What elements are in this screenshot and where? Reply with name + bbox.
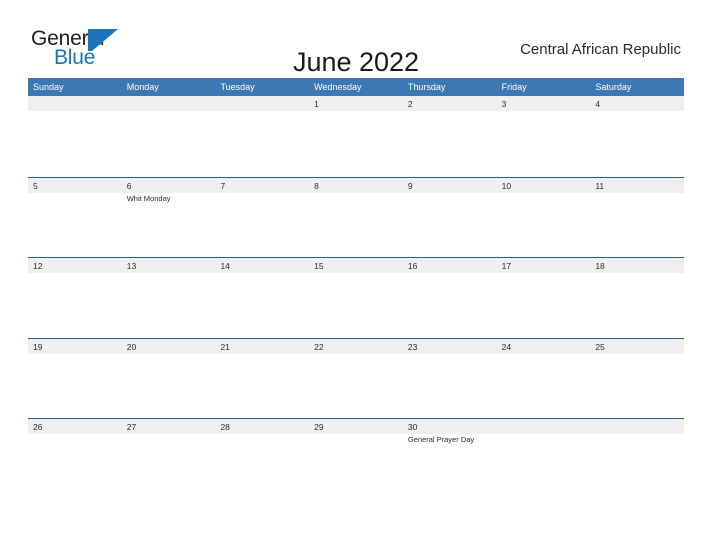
day-cell[interactable]: 27	[122, 419, 216, 499]
day-cell[interactable]: 30 General Prayer Day	[403, 419, 497, 499]
day-number: 20	[126, 341, 137, 352]
day-number: 9	[407, 180, 413, 191]
day-cell[interactable]: 17	[497, 258, 591, 338]
week-row: 1 2 3 4	[28, 96, 684, 177]
day-cell[interactable]: 21	[215, 339, 309, 419]
weekday-header-row: Sunday Monday Tuesday Wednesday Thursday…	[28, 78, 684, 96]
weekday-header-wednesday: Wednesday	[314, 82, 362, 92]
day-cell[interactable]: 28	[215, 419, 309, 499]
week-row: 19 20 21 22 23 24 25	[28, 337, 684, 419]
day-cell[interactable]: 3	[497, 96, 591, 177]
day-cell[interactable]: 2	[403, 96, 497, 177]
day-number: 16	[407, 261, 418, 271]
day-number: 19	[33, 341, 43, 352]
day-cell[interactable]: 11	[590, 178, 684, 258]
day-number: 14	[220, 261, 230, 271]
day-number: 2	[407, 99, 413, 109]
day-number: 23	[407, 341, 418, 352]
day-number: 15	[314, 261, 324, 271]
day-number	[595, 420, 684, 434]
day-number: 12	[33, 261, 43, 271]
day-number: 5	[33, 180, 38, 191]
day-number: 4	[595, 99, 601, 109]
day-cell[interactable]	[122, 96, 216, 177]
weekday-header-thursday: Thursday	[407, 82, 446, 92]
page-header: General Blue June 2022 Central African R…	[0, 0, 712, 78]
day-number: 27	[126, 422, 137, 432]
day-cell[interactable]: 13	[122, 258, 216, 338]
day-cell[interactable]: 15	[309, 258, 403, 338]
week-row: 5 6 Whit Monday 7 8 9 10 11	[28, 176, 684, 258]
day-number: 7	[220, 180, 226, 191]
day-number: 22	[314, 341, 324, 352]
day-cell[interactable]	[28, 96, 122, 177]
day-cell[interactable]: 8	[309, 178, 403, 258]
calendar-page: General Blue June 2022 Central African R…	[0, 0, 712, 550]
day-cell[interactable]: 7	[215, 178, 309, 258]
day-number: 17	[501, 261, 512, 271]
day-event: General Prayer Day	[407, 435, 475, 444]
day-event: Whit Monday	[126, 193, 171, 203]
day-number	[33, 97, 122, 111]
day-number: 28	[220, 422, 230, 432]
day-number: 10	[501, 180, 512, 191]
day-number: 13	[126, 261, 137, 271]
day-number: 8	[314, 180, 319, 191]
day-cell[interactable]: 14	[215, 258, 309, 338]
day-cell[interactable]: 16	[403, 258, 497, 338]
day-cell[interactable]: 12	[28, 258, 122, 338]
day-cell[interactable]: 6 Whit Monday	[122, 178, 216, 258]
day-cell[interactable]: 20	[122, 339, 216, 419]
day-number	[220, 97, 309, 111]
day-cell[interactable]: 22	[309, 339, 403, 419]
week-row: 26 27 28 29 30 General Prayer Day	[28, 418, 684, 499]
weekday-header-friday: Friday	[501, 82, 527, 92]
day-number: 26	[33, 422, 43, 432]
day-number	[127, 97, 216, 111]
day-number: 29	[314, 422, 324, 432]
day-number: 11	[595, 180, 605, 191]
day-cell[interactable]: 29	[309, 419, 403, 499]
day-cell[interactable]: 24	[497, 339, 591, 419]
day-cell[interactable]: 4	[590, 96, 684, 177]
day-cell[interactable]: 26	[28, 419, 122, 499]
day-cell[interactable]	[497, 419, 591, 499]
calendar-grid: Sunday Monday Tuesday Wednesday Thursday…	[28, 78, 684, 499]
day-number: 18	[595, 261, 605, 271]
country-label: Central African Republic	[520, 41, 681, 58]
week-row: 12 13 14 15 16 17 18	[28, 257, 684, 338]
day-number: 21	[220, 341, 230, 352]
day-number: 30	[407, 422, 418, 432]
day-cell[interactable]: 9	[403, 178, 497, 258]
weekday-header-tuesday: Tuesday	[220, 82, 255, 92]
day-cell[interactable]: 23	[403, 339, 497, 419]
day-number: 6	[126, 180, 132, 191]
day-cell[interactable]: 10	[497, 178, 591, 258]
day-cell[interactable]	[215, 96, 309, 177]
day-number: 25	[595, 341, 605, 352]
day-number	[502, 420, 591, 434]
day-cell[interactable]: 5	[28, 178, 122, 258]
day-cell[interactable]: 1	[309, 96, 403, 177]
day-number: 24	[501, 341, 512, 352]
day-cell[interactable]: 18	[590, 258, 684, 338]
day-cell[interactable]: 19	[28, 339, 122, 419]
weekday-header-saturday: Saturday	[595, 82, 632, 92]
day-cell[interactable]: 25	[590, 339, 684, 419]
day-number: 1	[314, 99, 319, 109]
weekday-header-monday: Monday	[126, 82, 159, 92]
day-number: 3	[501, 99, 507, 109]
weekday-header-sunday: Sunday	[33, 82, 64, 92]
day-cell[interactable]	[590, 419, 684, 499]
